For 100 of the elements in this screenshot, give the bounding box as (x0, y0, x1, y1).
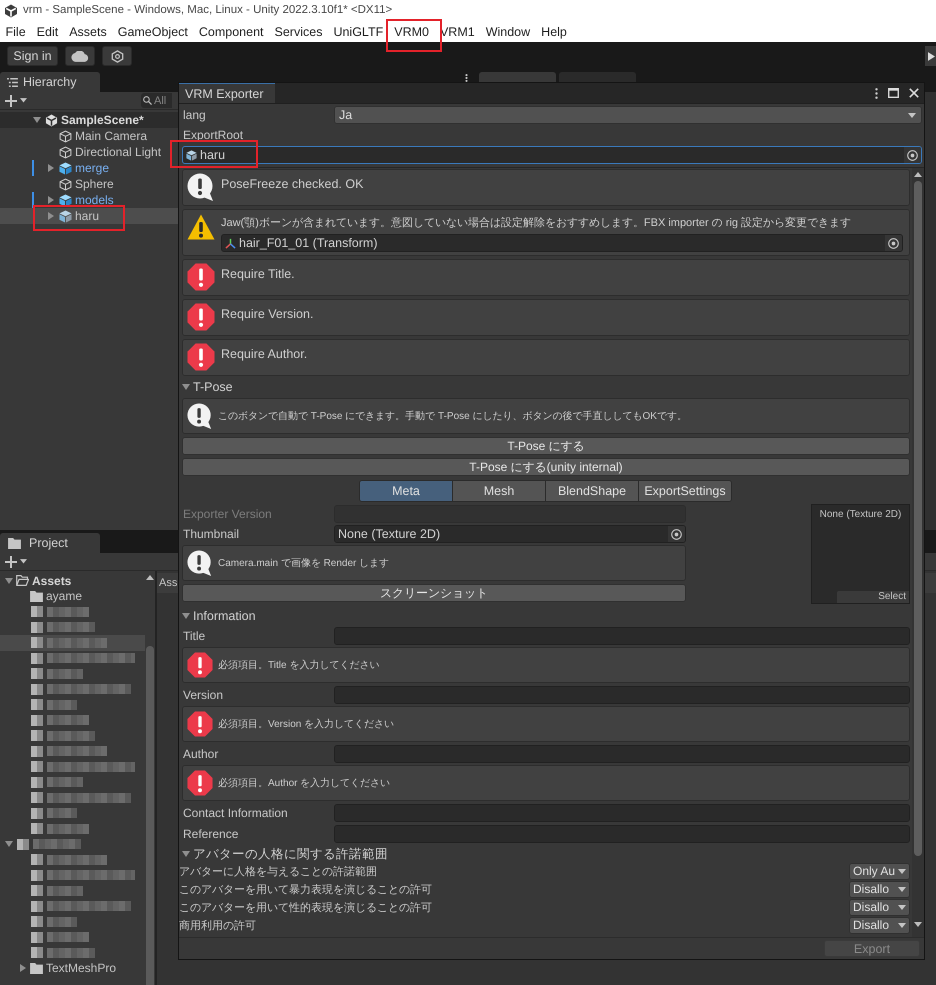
caret-right-icon[interactable] (48, 212, 54, 220)
info-icon (187, 173, 215, 201)
more-icon[interactable] (465, 74, 468, 82)
tab[interactable]: BlendShape (545, 480, 639, 502)
window-tab[interactable]: VRM Exporter (179, 83, 275, 103)
menu-item[interactable]: Edit (31, 22, 64, 42)
preview-caption: None (Texture 2D) (820, 509, 902, 520)
action-button[interactable]: T-Pose にする(unity internal) (182, 458, 910, 476)
caret-down-icon[interactable] (5, 578, 13, 584)
open-folder-icon (16, 575, 29, 586)
pixelated-icon (31, 947, 43, 958)
list-icon (7, 78, 18, 86)
pixelated-label (47, 668, 83, 679)
target-icon[interactable] (907, 150, 918, 160)
menu-item[interactable]: Services (269, 22, 328, 42)
tree-item[interactable]: ayame (0, 588, 145, 604)
object-field[interactable]: hair_F01_01 (Transform) (221, 234, 903, 252)
toolbar-button[interactable] (102, 46, 132, 66)
menu-item[interactable]: Component (193, 22, 270, 42)
caret-right-icon[interactable] (48, 196, 54, 204)
tree-item[interactable]: Directional Light (0, 144, 178, 160)
tab[interactable]: Mesh (452, 480, 546, 502)
dropdown[interactable]: Disallo (849, 898, 910, 916)
field-label: ExportRoot (182, 128, 244, 142)
dropdown[interactable]: Disallo (849, 880, 910, 898)
foldout-header[interactable]: Information (182, 608, 910, 624)
tab[interactable]: Meta (359, 480, 453, 502)
menu-item[interactable]: GameObject (112, 22, 194, 42)
target-icon[interactable] (888, 238, 899, 248)
hierarchy-tab[interactable]: Hierarchy (0, 72, 100, 92)
caret-down-icon[interactable] (182, 851, 190, 857)
caret-right-icon[interactable] (20, 964, 26, 972)
cloud-button[interactable] (65, 46, 95, 66)
pixelated-icon (31, 606, 43, 618)
dropdown[interactable]: Only Au (849, 862, 910, 880)
object-field[interactable]: haru (182, 146, 922, 164)
field-label: Exporter Version (182, 507, 273, 521)
foldout-header[interactable]: アバターの人格に関する許諾範囲 (182, 846, 910, 862)
menu-item[interactable]: Help (536, 22, 572, 42)
field-label: Reference (182, 827, 240, 841)
scrollbar[interactable] (912, 168, 924, 937)
action-button[interactable]: T-Pose にする (182, 437, 910, 455)
field-label: Thumbnail (182, 527, 240, 541)
menu-item[interactable]: UniGLTF (328, 22, 389, 42)
project-tab[interactable]: Project (0, 533, 100, 553)
scroll-up-icon[interactable] (914, 172, 922, 177)
tree-item[interactable] (0, 635, 145, 650)
message-text: Require Version. (221, 306, 314, 322)
pixelated-label (47, 715, 89, 726)
tree-item[interactable]: SampleScene* (0, 112, 178, 128)
object-field[interactable]: None (Texture 2D) (334, 525, 686, 543)
message-text: 必須項目。Author を入力してください (218, 776, 392, 790)
tree-item[interactable]: Main Camera (0, 128, 178, 144)
tree-item[interactable]: models (0, 192, 178, 208)
message-text: 必須項目。Title を入力してください (218, 658, 380, 672)
message-text: PoseFreeze checked. OK (221, 176, 364, 192)
pixelated-icon (31, 746, 43, 757)
caret-down-icon[interactable] (5, 841, 13, 848)
message-text: Require Author. (221, 346, 308, 362)
maximize-icon[interactable] (888, 88, 899, 98)
scroll-down-icon[interactable] (914, 922, 922, 927)
menu-item[interactable]: File (0, 22, 32, 42)
menu-item[interactable]: Window (480, 22, 536, 42)
error-icon (187, 263, 215, 291)
menu-item[interactable]: Assets (64, 22, 112, 42)
tab[interactable]: ExportSettings (638, 480, 732, 502)
breadcrumb[interactable]: Ass (157, 577, 178, 589)
search-field[interactable]: All (141, 93, 172, 108)
menu-item[interactable]: VRM0 (388, 22, 434, 42)
menu-item[interactable]: VRM1 (434, 22, 480, 42)
cube-outline-icon (59, 146, 72, 158)
close-icon[interactable] (909, 88, 919, 98)
tree-item[interactable]: haru (0, 208, 178, 224)
scrollbar-thumb[interactable] (914, 181, 922, 856)
caret-down-icon (898, 904, 906, 910)
tree-item[interactable]: Assets (0, 573, 145, 588)
pixelated-icon (31, 916, 43, 928)
scroll-up-icon[interactable] (146, 575, 154, 580)
play-button[interactable] (925, 46, 936, 66)
add-button[interactable] (5, 94, 27, 108)
foldout-header[interactable]: T-Pose (182, 379, 910, 395)
tree-item[interactable]: Sphere (0, 176, 178, 192)
more-icon[interactable] (875, 88, 878, 98)
dropdown[interactable]: Disallo (849, 916, 910, 934)
select-button[interactable]: Select (837, 591, 909, 603)
caret-down-icon[interactable] (182, 613, 190, 619)
add-button[interactable] (5, 554, 27, 568)
sign-in-button[interactable]: Sign in (7, 46, 58, 66)
scrollbar-thumb[interactable] (146, 646, 154, 985)
error-icon (187, 652, 213, 678)
caret-down-icon[interactable] (182, 384, 190, 390)
screenshot-button[interactable]: スクリーンショット (182, 584, 686, 602)
caret-right-icon[interactable] (48, 164, 54, 172)
tree-item[interactable]: TextMeshPro (0, 960, 145, 976)
tree-item[interactable]: merge (0, 160, 178, 176)
cube-icon (59, 162, 72, 174)
caret-down-icon[interactable] (33, 117, 41, 123)
pixelated-icon (31, 761, 43, 772)
target-icon[interactable] (671, 528, 682, 540)
dropdown[interactable]: Ja (334, 106, 922, 124)
